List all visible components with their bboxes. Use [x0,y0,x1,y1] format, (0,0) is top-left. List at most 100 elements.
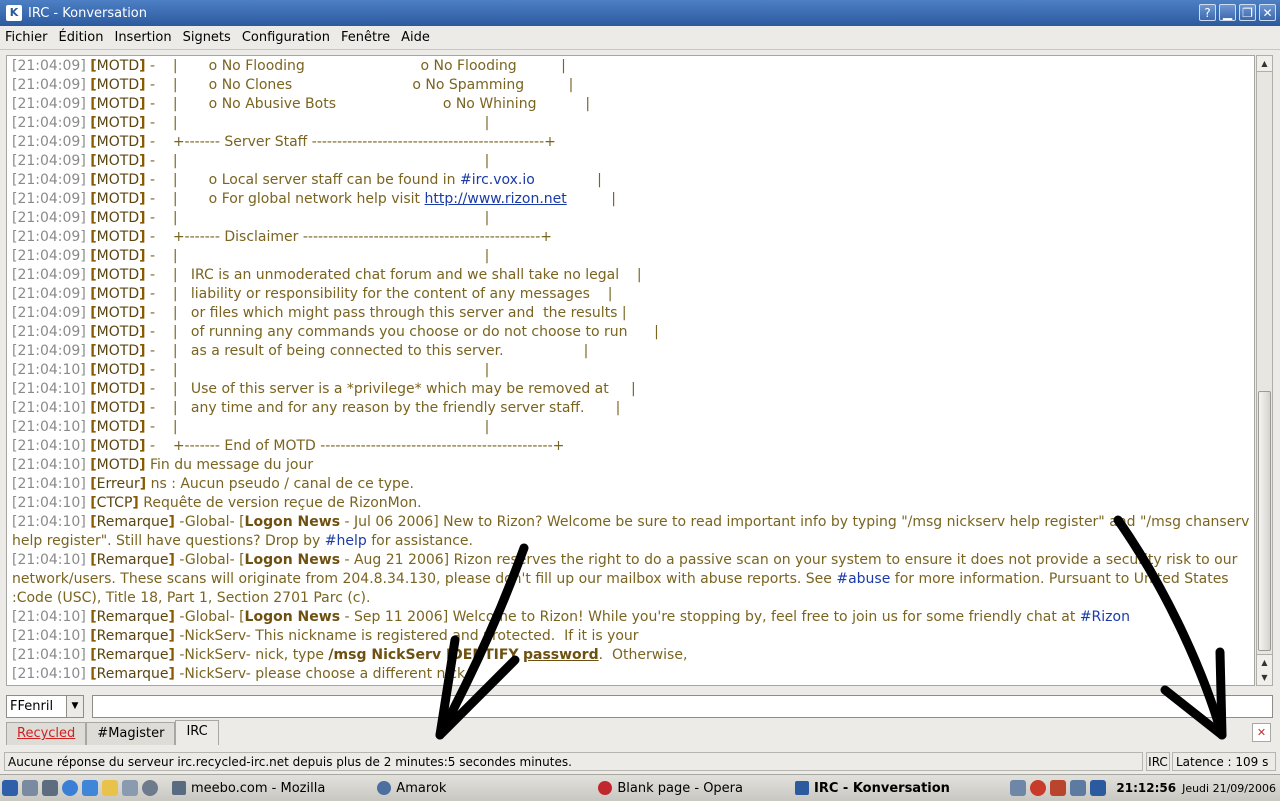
message-tag: MOTD [96,172,140,188]
clock[interactable]: 21:12:56 [1116,781,1176,795]
menu-insertion[interactable]: Insertion [109,30,177,45]
message-input[interactable] [92,695,1273,718]
scroll-up-icon[interactable]: ▲ [1257,56,1272,72]
maximize-icon[interactable]: ❐ [1239,4,1256,21]
speaker-icon[interactable] [42,780,58,796]
task-opera[interactable]: Blank page - Opera [592,777,749,799]
message-text: - | o No Flooding o No Flooding | [145,58,566,74]
message-tag: MOTD [96,153,140,169]
timestamp: [21:04:09] [12,286,86,302]
tab-magister[interactable]: #Magister [86,722,176,745]
system-tray: 21:12:56 Jeudi 21/09/2006 [1008,775,1280,801]
menu-fenetre[interactable]: Fenêtre [336,30,396,45]
message-tag: MOTD [96,210,140,226]
message-text: -Global- [ [174,609,245,625]
tab-recycled[interactable]: Recycled [6,722,87,745]
message-tag: MOTD [96,96,140,112]
message-tag: MOTD [96,115,140,131]
chat-scrollbar[interactable]: ▲ ▲ ▼ [1256,55,1273,686]
channel-link[interactable]: #irc.vox.io [460,172,535,188]
chat-line: [21:04:09] [MOTD] - | o No Clones o No S… [12,76,1250,95]
message-text: for assistance. [366,533,473,549]
message-text: - | | [145,419,490,435]
folder-icon[interactable] [102,780,118,796]
message-tag: MOTD [96,229,140,245]
scrollbar-thumb[interactable] [1258,391,1271,651]
message-text: - | any time and for any reason by the f… [145,400,621,416]
browser-icon[interactable] [62,780,78,796]
message-tag: MOTD [96,457,140,473]
title-bar[interactable]: K IRC - Konversation ? ▁ ❐ ✕ [0,0,1280,26]
date: Jeudi 21/09/2006 [1182,781,1276,795]
message-text: - | o For global network help visit [145,191,425,207]
menu-signets[interactable]: Signets [178,30,237,45]
globe-icon[interactable] [142,780,158,796]
window-title: IRC - Konversation [28,5,147,21]
chat-line: [21:04:10] [Remarque] -NickServ- nick, t… [12,646,1250,665]
menu-edition[interactable]: Édition [54,30,110,45]
channel-link[interactable]: #Rizon [1080,609,1130,625]
chat-line: [21:04:09] [MOTD] - +------- Disclaimer … [12,228,1250,247]
scroll-up-icon[interactable]: ▲ [1257,654,1272,671]
message-tag: MOTD [96,400,140,416]
chat-line: [21:04:09] [MOTD] - | IRC is an unmodera… [12,266,1250,285]
message-tag: Remarque [96,666,169,682]
help-icon[interactable]: ? [1199,4,1216,21]
chat-line: [21:04:10] [Remarque] -NickServ- please … [12,665,1250,684]
task-label: Blank page - Opera [617,780,743,796]
mozilla-icon [172,781,186,795]
status-server: IRC [1146,752,1170,771]
task-mozilla[interactable]: meebo.com - Mozilla [166,777,331,799]
menu-bar: Fichier Édition Insertion Signets Config… [0,26,1280,50]
message-text: - | IRC is an unmoderated chat forum and… [145,267,642,283]
timestamp: [21:04:10] [12,495,86,511]
menu-aide[interactable]: Aide [396,30,436,45]
close-icon[interactable]: ✕ [1259,4,1276,21]
message-tag: MOTD [96,305,140,321]
timestamp: [21:04:09] [12,305,86,321]
task-konversation[interactable]: IRC - Konversation [789,777,956,799]
scroll-down-icon[interactable]: ▼ [1257,670,1272,685]
task-amarok[interactable]: Amarok [371,777,452,799]
timestamp: [21:04:09] [12,58,86,74]
chat-line: [21:04:10] [MOTD] - | | [12,418,1250,437]
chat-line: [21:04:09] [MOTD] - | o No Flooding o No… [12,57,1250,76]
desktop-icon[interactable] [122,780,138,796]
message-text: - | | [145,115,490,131]
chevron-down-icon[interactable]: ▼ [66,696,83,717]
menu-fichier[interactable]: Fichier [0,30,54,45]
chat-line: [21:04:09] [MOTD] - | o Local server sta… [12,171,1250,190]
timestamp: [21:04:09] [12,343,86,359]
chat-line: [21:04:10] [Remarque] -Global- [Logon Ne… [12,513,1250,551]
chat-link[interactable]: http://www.rizon.net [425,191,567,207]
opera-tray-icon[interactable] [1030,780,1047,796]
message-text: -Global- [ [174,514,245,530]
chat-line: [21:04:09] [MOTD] - | of running any com… [12,323,1250,342]
status-message: Aucune réponse du serveur irc.recycled-i… [4,752,1143,771]
chat-view[interactable]: [21:04:09] [MOTD] - | o No Flooding o No… [6,55,1255,686]
message-text: Requête de version reçue de RizonMon. [138,495,422,511]
channel-link[interactable]: #help [325,533,367,549]
settings-icon[interactable] [1070,780,1087,796]
nick-selector[interactable]: FFenril ▼ [6,695,84,718]
timestamp: [21:04:10] [12,476,86,492]
timestamp: [21:04:09] [12,153,86,169]
tab-irc[interactable]: IRC [175,720,219,745]
close-tab-icon[interactable]: ✕ [1252,723,1271,742]
download-icon[interactable] [82,780,98,796]
terminal-icon[interactable] [22,780,38,796]
timestamp: [21:04:09] [12,229,86,245]
kmenu-icon[interactable] [2,780,18,796]
timestamp: [21:04:10] [12,514,86,530]
message-tag: MOTD [96,134,140,150]
konversation-tray-icon[interactable] [1090,780,1107,796]
menu-configuration[interactable]: Configuration [237,30,336,45]
minimize-icon[interactable]: ▁ [1219,4,1236,21]
network-icon[interactable] [1010,780,1027,796]
message-text: | [534,172,602,188]
home-icon[interactable] [1050,780,1067,796]
message-bold: Logon News [244,552,341,568]
message-text: Fin du message du jour [145,457,314,473]
konversation-app-icon[interactable]: K [6,5,22,21]
channel-link[interactable]: #abuse [836,571,890,587]
